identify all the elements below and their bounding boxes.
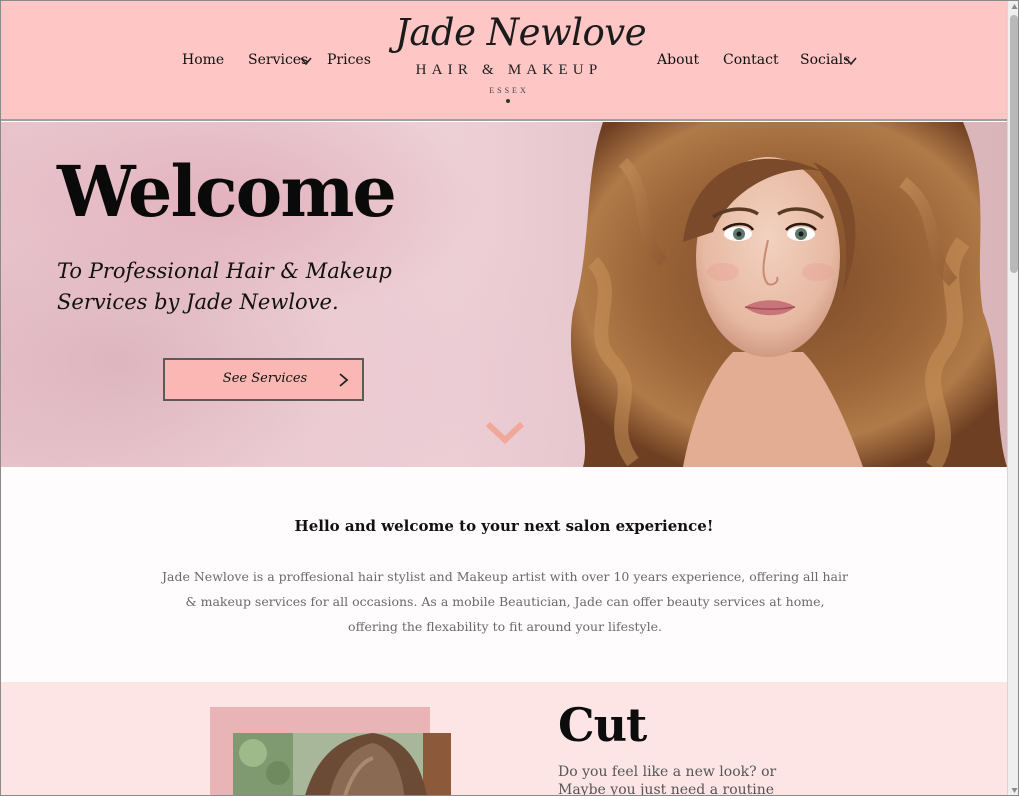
logo-dot	[506, 99, 510, 103]
logo-tagline: Hair & Makeup	[415, 62, 603, 78]
chevron-right-icon	[339, 373, 349, 387]
hero-portrait-image	[570, 122, 1007, 467]
cut-description: Do you feel like a new look? or Maybe yo…	[558, 764, 777, 796]
nav-home[interactable]: Home	[182, 52, 224, 68]
nav-prices[interactable]: Prices	[327, 52, 371, 68]
scroll-down-chevron-icon[interactable]	[485, 420, 525, 446]
cut-service-section: Cut Do you feel like a new look? or Mayb…	[1, 682, 1007, 796]
intro-section: Hello and welcome to your next salon exp…	[1, 467, 1007, 682]
hero-subtitle: To Professional Hair & Makeup Services b…	[57, 259, 392, 314]
see-services-label: See Services	[222, 371, 308, 386]
intro-heading: Hello and welcome to your next salon exp…	[294, 517, 714, 535]
hero-title: Welcome	[57, 150, 397, 233]
see-services-button[interactable]: See Services	[163, 358, 364, 401]
scroll-up-arrow-icon[interactable]	[1011, 3, 1018, 10]
cut-hair-photo	[233, 733, 451, 795]
hero-banner: Welcome To Professional Hair & Makeup Se…	[1, 122, 1007, 467]
page-scrollbar[interactable]	[1007, 1, 1018, 795]
scrollbar-thumb[interactable]	[1010, 15, 1018, 273]
logo-name: Jade Newlove	[395, 11, 647, 54]
scroll-down-arrow-icon[interactable]	[1011, 787, 1018, 794]
nav-socials[interactable]: Socials	[800, 52, 850, 68]
chevron-down-icon[interactable]	[844, 54, 858, 68]
nav-about[interactable]: About	[657, 52, 699, 68]
intro-paragraph: Jade Newlove is a proffesional hair styl…	[162, 569, 848, 634]
site-header: Home Services Prices Jade Newlove Hair &…	[1, 1, 1007, 121]
browser-viewport: Home Services Prices Jade Newlove Hair &…	[0, 0, 1019, 796]
nav-contact[interactable]: Contact	[723, 52, 779, 68]
chevron-down-icon[interactable]	[299, 54, 313, 68]
cut-title: Cut	[558, 698, 647, 752]
logo-location: Essex	[489, 86, 529, 95]
